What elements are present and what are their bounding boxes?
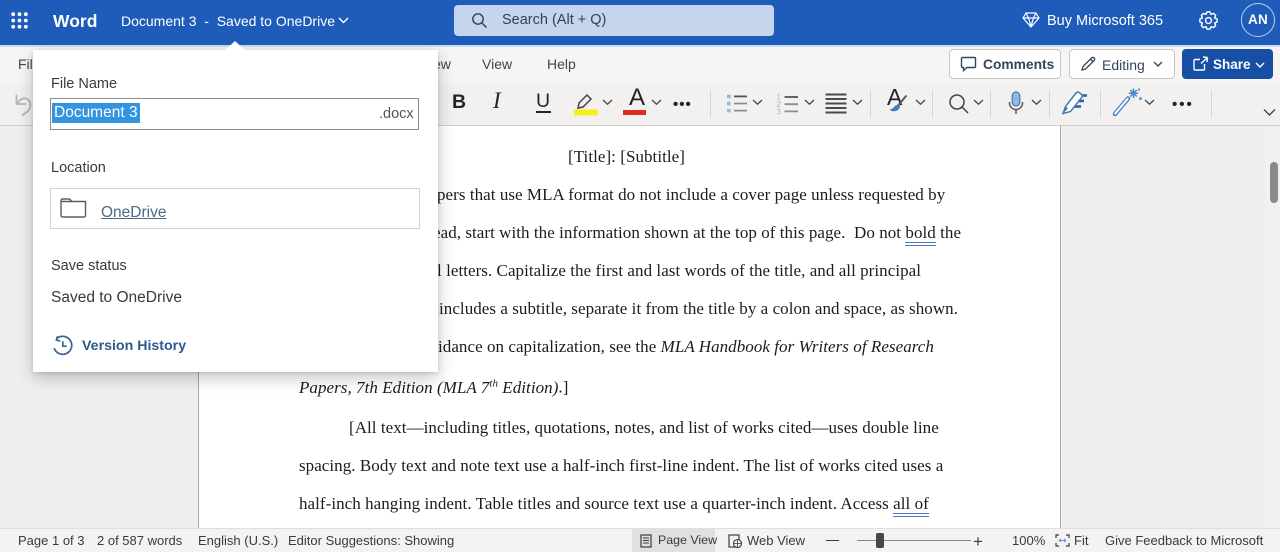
svg-text:3: 3 xyxy=(777,108,782,116)
